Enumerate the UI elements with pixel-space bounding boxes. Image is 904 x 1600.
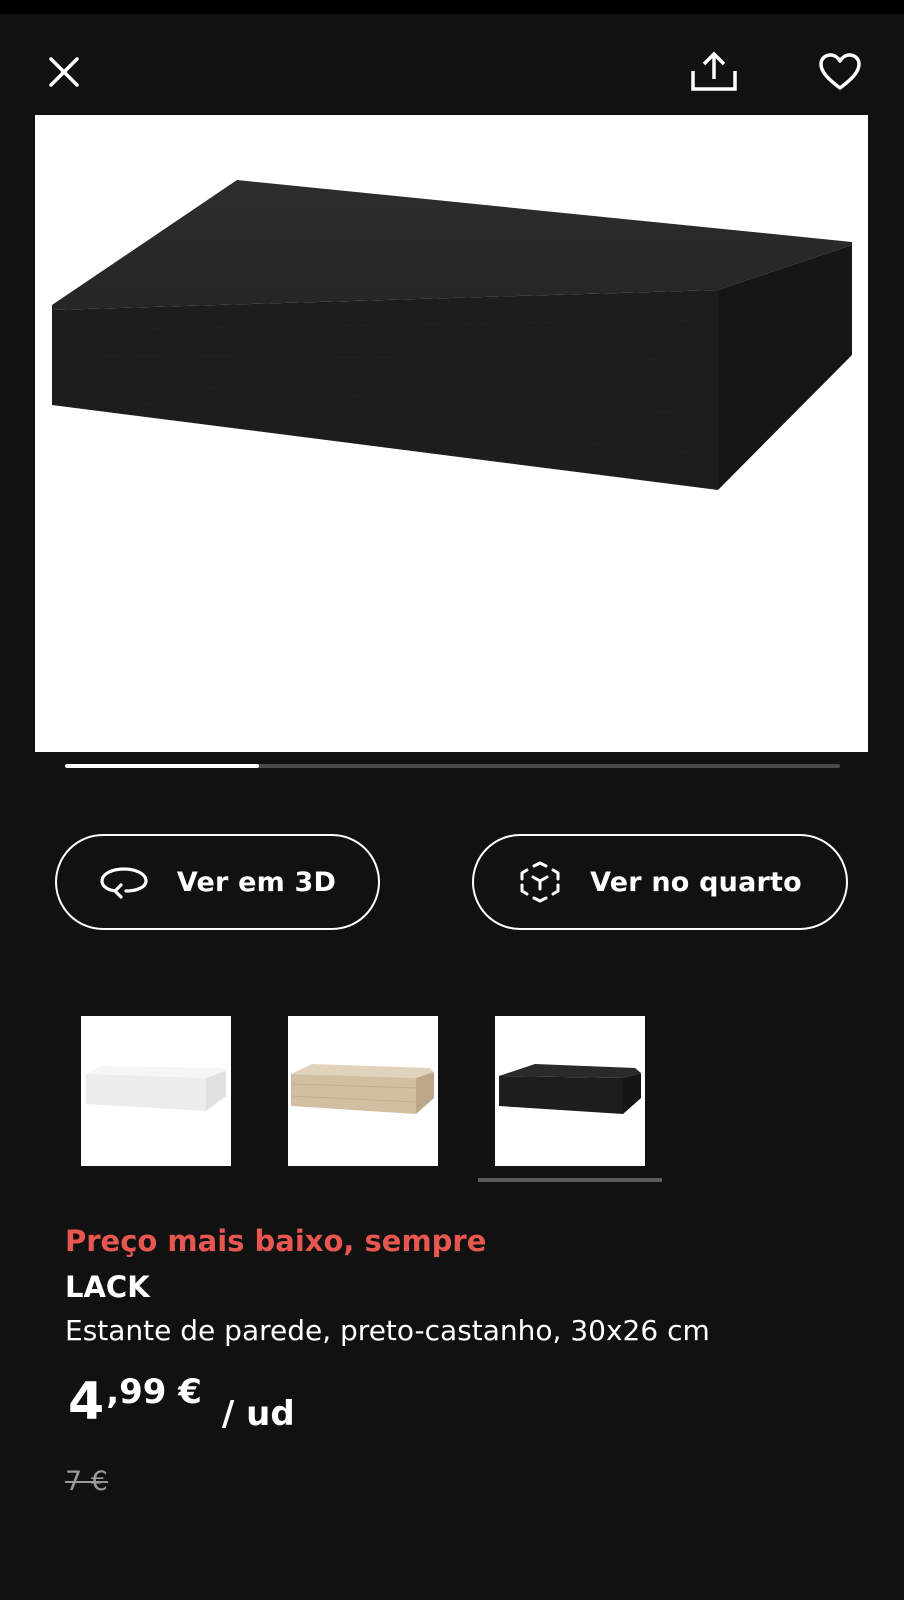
product-image[interactable] bbox=[35, 115, 868, 752]
heart-icon bbox=[819, 53, 861, 90]
share-icon bbox=[691, 51, 737, 91]
product-photo bbox=[51, 180, 852, 490]
variant-white[interactable] bbox=[81, 1016, 231, 1166]
gallery-progress bbox=[65, 764, 840, 768]
favorite-button[interactable] bbox=[808, 42, 872, 102]
price-unit: / ud bbox=[221, 1394, 295, 1434]
top-bar bbox=[0, 14, 904, 114]
ar-cube-icon bbox=[520, 861, 560, 903]
variant-white-image bbox=[86, 1066, 226, 1111]
old-price: 7 € bbox=[65, 1466, 108, 1497]
gallery-progress-fill bbox=[65, 764, 259, 768]
product-description: Estante de parede, preto-castanho, 30x26… bbox=[65, 1314, 710, 1347]
view-3d-label: Ver em 3D bbox=[176, 866, 337, 898]
view-3d-button[interactable]: Ver em 3D bbox=[55, 834, 380, 930]
view-in-room-label: Ver no quarto bbox=[590, 866, 802, 898]
variant-black-brown[interactable] bbox=[495, 1016, 645, 1166]
status-bar bbox=[0, 0, 904, 14]
price: 4 ,99 € / ud bbox=[68, 1372, 295, 1434]
variant-oak-image bbox=[290, 1064, 434, 1114]
price-integer: 4 bbox=[68, 1372, 105, 1432]
product-name: LACK bbox=[65, 1270, 150, 1304]
rotate-3d-icon bbox=[100, 867, 148, 899]
promo-label: Preço mais baixo, sempre bbox=[65, 1224, 487, 1258]
selected-variant-indicator bbox=[478, 1178, 662, 1182]
variant-black-brown-image bbox=[499, 1064, 641, 1114]
view-in-room-button[interactable]: Ver no quarto bbox=[472, 834, 848, 930]
close-icon bbox=[49, 57, 79, 87]
close-button[interactable] bbox=[36, 44, 92, 100]
price-decimal: ,99 € bbox=[106, 1372, 202, 1412]
share-button[interactable] bbox=[682, 42, 746, 102]
variant-oak[interactable] bbox=[288, 1016, 438, 1166]
